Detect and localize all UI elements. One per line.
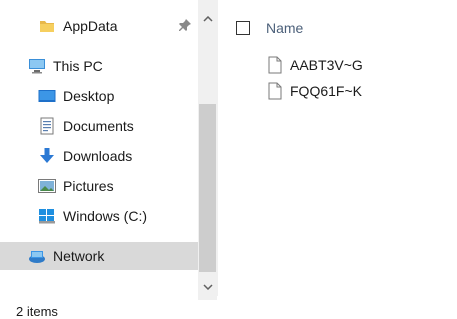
chevron-up-icon — [202, 15, 213, 22]
column-header-name[interactable]: Name — [266, 20, 303, 36]
nav-item-pictures[interactable]: Pictures — [38, 172, 114, 200]
chevron-down-icon — [202, 283, 213, 290]
nav-item-documents[interactable]: Documents — [38, 112, 134, 140]
scroll-up-arrow[interactable] — [198, 10, 217, 27]
computer-icon — [28, 57, 46, 75]
nav-item-label: Windows (C:) — [63, 208, 148, 224]
select-all-checkbox[interactable] — [236, 21, 250, 35]
nav-item-windows-c[interactable]: Windows (C:) — [38, 202, 147, 230]
file-icon — [268, 56, 282, 74]
nav-item-label: AppData — [63, 18, 118, 34]
nav-item-network[interactable]: Network — [0, 242, 198, 270]
pictures-icon — [38, 177, 56, 195]
nav-item-label: Network — [53, 248, 105, 264]
downloads-icon — [38, 147, 56, 165]
documents-icon — [38, 117, 56, 135]
folder-icon — [38, 17, 56, 35]
file-name: FQQ61F~K — [290, 83, 362, 99]
nav-item-label: Pictures — [63, 178, 114, 194]
nav-item-label: This PC — [53, 58, 103, 74]
scroll-down-arrow[interactable] — [198, 278, 217, 295]
drive-icon — [38, 207, 56, 225]
nav-item-label: Downloads — [63, 148, 133, 164]
file-name: AABT3V~G — [290, 57, 363, 73]
nav-item-downloads[interactable]: Downloads — [38, 142, 132, 170]
nav-item-label: Desktop — [63, 88, 115, 104]
navigation-pane: AppData This PC Desktop Documents Downlo… — [0, 0, 198, 300]
nav-item-appdata[interactable]: AppData — [38, 12, 117, 40]
file-icon — [268, 82, 282, 100]
file-row[interactable]: FQQ61F~K — [268, 79, 362, 103]
desktop-icon — [38, 87, 56, 105]
network-icon — [28, 247, 46, 265]
nav-item-label: Documents — [63, 118, 134, 134]
file-list: Name AABT3V~G FQQ61F~K — [218, 0, 457, 300]
file-row[interactable]: AABT3V~G — [268, 53, 363, 77]
nav-scrollbar[interactable] — [198, 0, 217, 300]
column-header-row: Name — [236, 15, 303, 41]
status-item-count: 2 items — [16, 304, 58, 319]
pin-icon[interactable] — [178, 18, 194, 34]
nav-item-desktop[interactable]: Desktop — [38, 82, 114, 110]
nav-item-this-pc[interactable]: This PC — [28, 52, 103, 80]
scroll-thumb[interactable] — [199, 104, 216, 272]
